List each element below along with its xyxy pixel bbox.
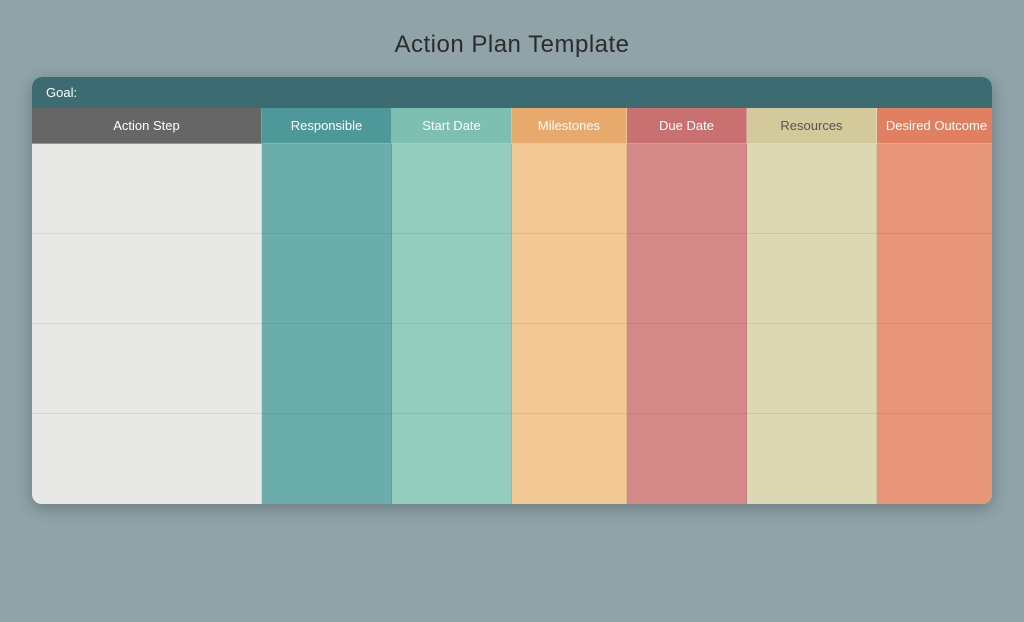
- row1-action-step[interactable]: [32, 144, 262, 234]
- row2-due-date[interactable]: [627, 234, 747, 324]
- table-container: Goal: Action Step Responsible Start Date…: [32, 77, 992, 504]
- row1-milestones[interactable]: [512, 144, 627, 234]
- table-grid: Action Step Responsible Start Date Miles…: [32, 108, 992, 504]
- row1-due-date[interactable]: [627, 144, 747, 234]
- row2-milestones[interactable]: [512, 234, 627, 324]
- row4-desired-outcome[interactable]: [877, 414, 992, 504]
- row3-responsible[interactable]: [262, 324, 392, 414]
- row3-resources[interactable]: [747, 324, 877, 414]
- row4-due-date[interactable]: [627, 414, 747, 504]
- row4-responsible[interactable]: [262, 414, 392, 504]
- row1-resources[interactable]: [747, 144, 877, 234]
- row3-milestones[interactable]: [512, 324, 627, 414]
- row2-action-step[interactable]: [32, 234, 262, 324]
- header-start-date: Start Date: [392, 108, 512, 144]
- row3-start-date[interactable]: [392, 324, 512, 414]
- page-wrapper: Action Plan Template Goal: Action Step R…: [32, 31, 992, 591]
- header-resources: Resources: [747, 108, 877, 144]
- row2-responsible[interactable]: [262, 234, 392, 324]
- header-responsible: Responsible: [262, 108, 392, 144]
- row3-desired-outcome[interactable]: [877, 324, 992, 414]
- row2-start-date[interactable]: [392, 234, 512, 324]
- row4-milestones[interactable]: [512, 414, 627, 504]
- goal-label: Goal:: [46, 85, 77, 100]
- row3-action-step[interactable]: [32, 324, 262, 414]
- row4-action-step[interactable]: [32, 414, 262, 504]
- header-milestones: Milestones: [512, 108, 627, 144]
- page-title: Action Plan Template: [394, 31, 629, 59]
- row2-resources[interactable]: [747, 234, 877, 324]
- header-action-step: Action Step: [32, 108, 262, 144]
- row4-start-date[interactable]: [392, 414, 512, 504]
- row1-start-date[interactable]: [392, 144, 512, 234]
- header-desired-outcome: Desired Outcome: [877, 108, 992, 144]
- row1-responsible[interactable]: [262, 144, 392, 234]
- goal-bar: Goal:: [32, 77, 992, 108]
- header-due-date: Due Date: [627, 108, 747, 144]
- row3-due-date[interactable]: [627, 324, 747, 414]
- row2-desired-outcome[interactable]: [877, 234, 992, 324]
- row4-resources[interactable]: [747, 414, 877, 504]
- row1-desired-outcome[interactable]: [877, 144, 992, 234]
